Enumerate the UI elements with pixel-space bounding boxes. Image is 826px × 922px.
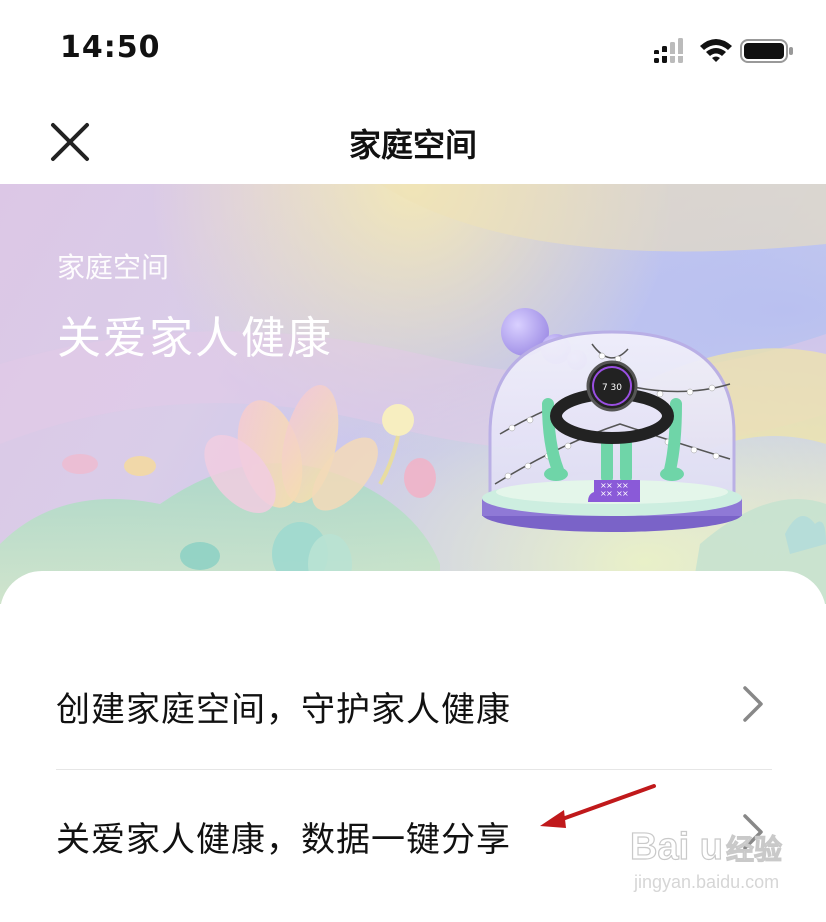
list-item-create-family-space[interactable]: 创建家庭空间，守护家人健康 [56,636,772,766]
list-item-label: 关爱家人健康，数据一键分享 [56,820,511,860]
page-title: 家庭空间 [348,126,477,164]
wifi-icon [700,39,732,62]
status-time: 14:50 [60,30,161,65]
baidu-watermark: Bai u 经验 jingyan.baidu.com [629,825,790,906]
annotation-arrow-icon [540,784,656,828]
watermark-url: jingyan.baidu.com [634,872,780,892]
signal-icon [654,38,683,63]
svg-text:×: × [606,489,613,498]
battery-icon [740,39,793,63]
chevron-right-icon [743,686,763,722]
watch-time: 7 30 [602,383,622,393]
watermark-brand-cn: 经验 [725,833,783,867]
hero-banner: × × × × × × × × 7 30 家庭空间 关爱家人健康 [0,184,826,604]
banner-subtitle: 家庭空间 [57,251,170,284]
list-item-label: 创建家庭空间，守护家人健康 [56,690,511,730]
banner-title: 关爱家人健康 [57,313,333,364]
nav-bar: 家庭空间 [0,100,826,184]
svg-text:×: × [622,489,629,498]
watermark-brand: Bai u [629,825,723,868]
status-bar: 14:50 [0,0,826,100]
